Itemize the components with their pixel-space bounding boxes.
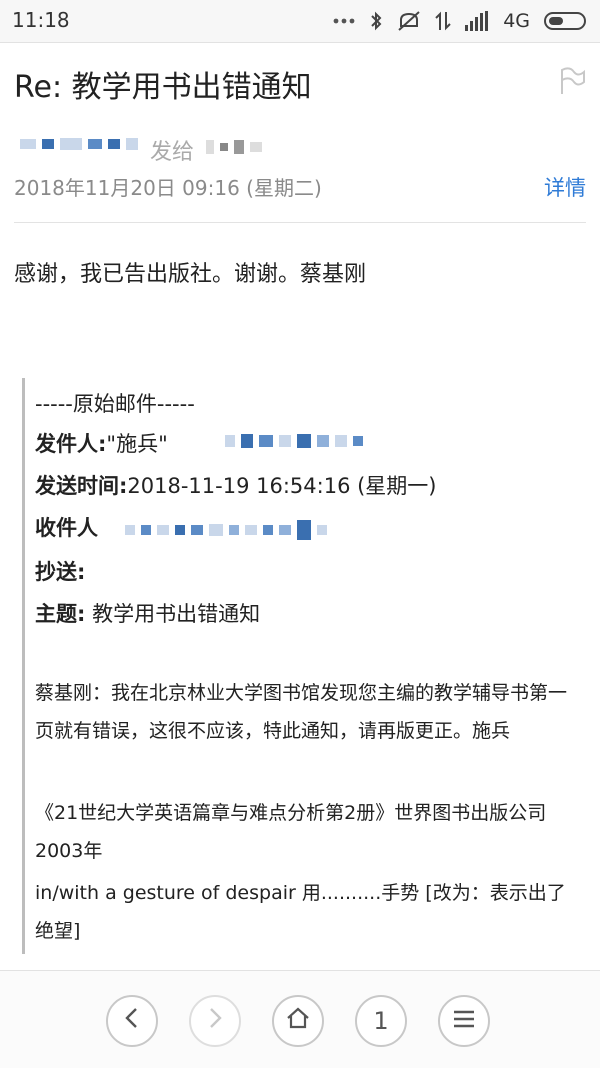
status-bar: 11:18 4G [0,0,600,43]
bluetooth-icon [369,10,383,32]
quote-subject-value: 教学用书出错通知 [92,602,261,626]
quote-from-label: 发件人: [35,432,107,456]
menu-button[interactable] [438,995,490,1047]
quote-header: -----原始邮件----- [35,392,195,416]
flag-icon[interactable] [556,66,586,100]
email-date: 2018年11月20日 09:16 (星期二) [14,176,322,200]
quote-to-blurred [125,520,327,540]
quote-cc: 抄送: [35,556,85,586]
status-time: 11:18 [12,8,70,32]
quote-from-value: "施兵" [106,432,168,456]
page-count: 1 [373,1007,389,1035]
quote-sent: 发送时间:2018-11-19 16:54:16 (星期一) [35,470,437,500]
forward-button[interactable] [189,995,241,1047]
quote-from: 发件人:"施兵" [35,428,168,458]
back-icon [122,1007,142,1035]
bottom-nav-bar: 1 [0,970,600,1068]
email-subject: Re: 教学用书出错通知 [14,70,312,105]
more-dots-icon [333,17,355,25]
battery-icon [544,11,588,31]
quote-to: 收件人 [35,512,98,542]
quote-paragraph-3: in/with a gesture of despair 用..........… [35,882,566,942]
quote-subject: 主题: 教学用书出错通知 [35,598,260,628]
mute-icon [397,10,421,32]
quote-sent-value: 2018-11-19 16:54:16 (星期一) [127,474,437,498]
sender-blurred [20,138,138,150]
quote-subject-label: 主题: [35,602,86,626]
header-divider [14,222,586,223]
quote-to-label: 收件人 [35,516,98,540]
quote-cc-label: 抄送: [35,560,86,584]
quote-paragraph-1: 蔡基刚：我在北京林业大学图书馆发现您主编的教学辅导书第一页就有错误，这很不应该，… [35,682,568,742]
back-button[interactable] [106,995,158,1047]
quote-paragraph-2: 《21世纪大学英语篇章与难点分析第2册》世界图书出版公司2003年 [35,802,547,862]
signal-icon [465,11,489,31]
network-type: 4G [503,10,530,32]
quote-sent-label: 发送时间: [35,474,128,498]
quote-from-blurred [225,434,363,448]
forward-icon [205,1007,225,1035]
home-button[interactable] [272,995,324,1047]
send-to-label: 发给 [150,140,195,165]
home-icon [285,1006,311,1036]
pages-button[interactable]: 1 [355,995,407,1047]
data-arrows-icon [435,10,451,32]
details-link[interactable]: 详情 [544,172,586,202]
email-body: 感谢，我已告出版社。谢谢。蔡基刚 [14,262,367,287]
recipient-blurred [206,140,262,154]
quoted-message: -----原始邮件----- 发件人:"施兵" 发送时间:2018-11-19 … [22,378,585,954]
status-icons: 4G [333,8,588,34]
sender-line: 发给 [20,134,320,166]
menu-icon [452,1007,476,1035]
